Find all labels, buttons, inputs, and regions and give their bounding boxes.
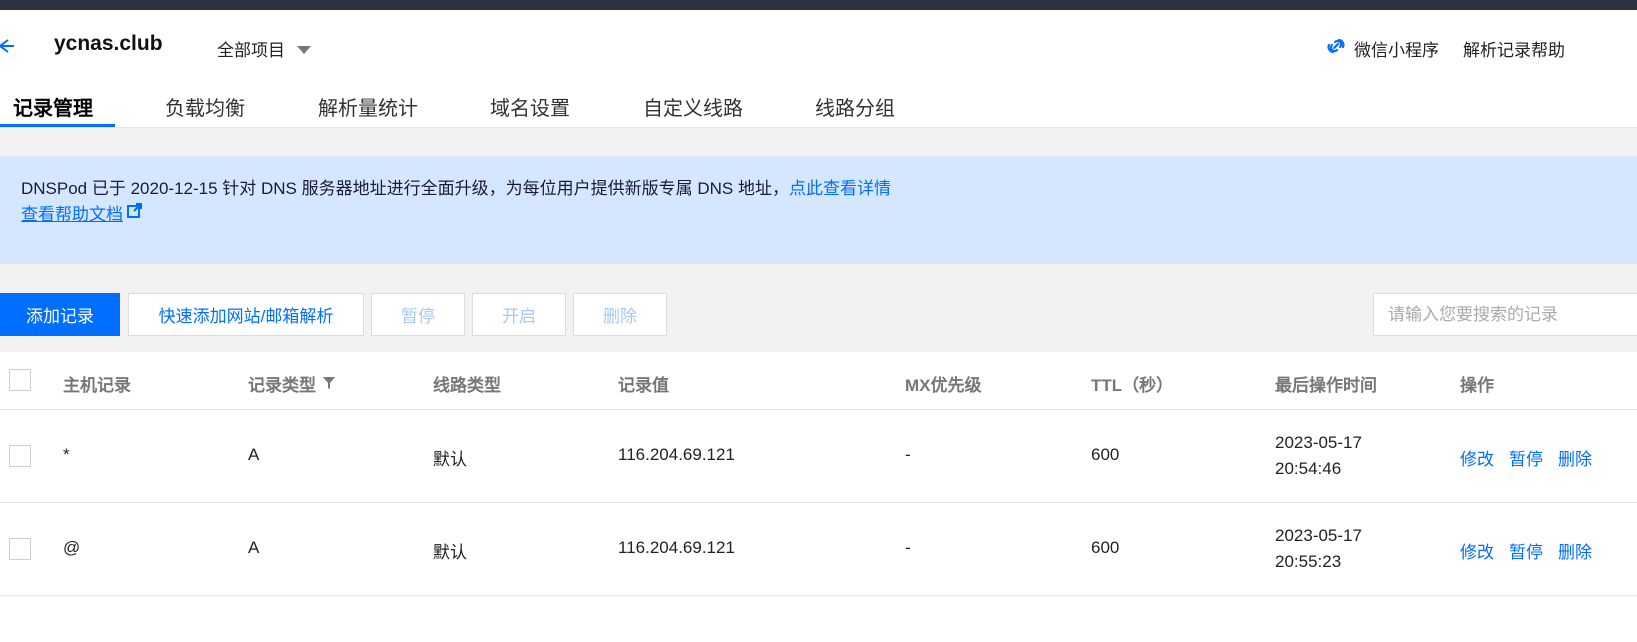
active-tab-indicator [0,124,115,127]
cell-time-clock: 20:54:46 [1275,459,1342,478]
edit-link[interactable]: 修改 [1460,538,1494,563]
cell-ttl: 600 [1091,445,1120,464]
column-header-actions: 操作 [1460,376,1494,395]
pause-link[interactable]: 暂停 [1509,445,1543,470]
column-header-mx: MX优先级 [905,376,982,395]
record-help-link[interactable]: 解析记录帮助 [1463,36,1565,61]
mini-program-link[interactable]: 微信小程序 [1326,36,1439,61]
tab-bar: 记录管理 负载均衡 解析量统计 域名设置 自定义线路 线路分组 [0,82,1637,128]
cell-host: @ [63,538,81,557]
mini-program-label: 微信小程序 [1354,41,1439,60]
help-doc-label: 查看帮助文档 [21,205,123,224]
tab-resolution-stats[interactable]: 解析量统计 [318,92,418,121]
cell-ttl: 600 [1091,538,1120,557]
cell-value: 116.204.69.121 [618,445,735,464]
project-select-label: 全部项目 [217,41,285,60]
back-arrow-icon[interactable] [0,36,14,56]
quick-add-button[interactable]: 快速添加网站/邮箱解析 [128,293,364,336]
pause-button[interactable]: 暂停 [371,293,465,336]
pause-link[interactable]: 暂停 [1509,538,1543,563]
notice-details-link[interactable]: 点此查看详情 [789,179,891,198]
tab-custom-lines[interactable]: 自定义线路 [643,92,743,121]
cell-time-date: 2023-05-17 [1275,433,1362,452]
link-icon [1326,36,1346,61]
row-checkbox[interactable] [9,538,31,560]
column-header-host: 主机记录 [63,376,131,395]
column-header-value: 记录值 [618,376,669,395]
cell-line: 默认 [433,450,467,469]
enable-button[interactable]: 开启 [472,293,566,336]
tab-load-balancing[interactable]: 负载均衡 [165,92,245,121]
caret-down-icon [297,45,311,54]
notice-text: DNSPod 已于 2020-12-15 针对 DNS 服务器地址进行全面升级，… [21,179,789,198]
notice-banner: DNSPod 已于 2020-12-15 针对 DNS 服务器地址进行全面升级，… [0,156,1637,264]
search-input[interactable] [1373,293,1637,336]
domain-title: ycnas.club [54,32,163,55]
column-header-line: 线路类型 [433,376,501,395]
records-table: 主机记录 记录类型 线路类型 记录值 MX优先级 TTL（秒） 最后操作时间 操… [0,352,1637,596]
delete-link[interactable]: 删除 [1558,538,1592,563]
filter-icon[interactable] [322,375,336,395]
external-link-icon [127,202,142,223]
cell-value: 116.204.69.121 [618,538,735,557]
column-header-time: 最后操作时间 [1275,376,1377,395]
cell-mx: - [905,538,911,557]
help-doc-link[interactable]: 查看帮助文档 [21,200,142,225]
tab-record-management[interactable]: 记录管理 [13,92,93,121]
cell-time-date: 2023-05-17 [1275,526,1362,545]
cell-type: A [248,445,260,464]
table-row: * A 默认 116.204.69.121 - 600 2023-05-17 20… [0,410,1637,503]
column-header-ttl: TTL（秒） [1091,376,1174,395]
header: ycnas.club 全部项目 微信小程序 解析记录帮助 [0,10,1637,82]
cell-line: 默认 [433,543,467,562]
select-all-checkbox[interactable] [9,369,31,391]
table-row: @ A 默认 116.204.69.121 - 600 2023-05-17 20… [0,503,1637,596]
cell-time-clock: 20:55:23 [1275,552,1342,571]
column-header-type-label: 记录类型 [248,376,316,395]
edit-link[interactable]: 修改 [1460,445,1494,470]
cell-time: 2023-05-17 20:54:46 [1275,430,1362,482]
notice-text-line: DNSPod 已于 2020-12-15 针对 DNS 服务器地址进行全面升级，… [21,174,891,199]
add-record-button[interactable]: 添加记录 [0,293,120,336]
project-select[interactable]: 全部项目 [217,36,311,61]
row-checkbox[interactable] [9,445,31,467]
delete-link[interactable]: 删除 [1558,445,1592,470]
cell-time: 2023-05-17 20:55:23 [1275,523,1362,575]
table-header: 主机记录 记录类型 线路类型 记录值 MX优先级 TTL（秒） 最后操作时间 操… [0,352,1637,410]
tab-line-groups[interactable]: 线路分组 [815,92,895,121]
cell-mx: - [905,445,911,464]
cell-host: * [63,445,70,464]
top-bar [0,0,1637,10]
tab-domain-settings[interactable]: 域名设置 [490,92,570,121]
cell-type: A [248,538,260,557]
column-header-type[interactable]: 记录类型 [248,371,336,396]
delete-button[interactable]: 删除 [573,293,667,336]
